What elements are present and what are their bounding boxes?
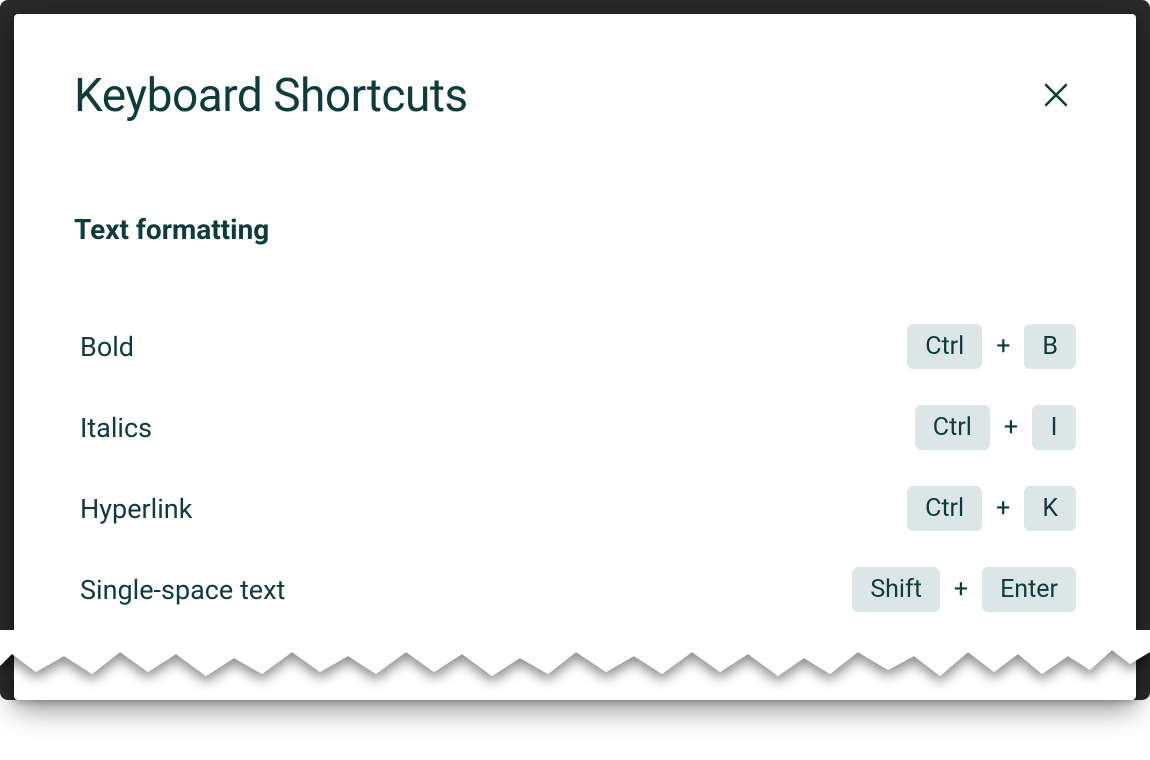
- key-separator: +: [996, 332, 1010, 361]
- shortcut-label: Hyperlink: [74, 493, 192, 525]
- shortcut-label: Single-space text: [74, 574, 285, 606]
- keycap: Ctrl: [907, 324, 982, 369]
- shortcut-keys: Ctrl + I: [915, 405, 1076, 450]
- shortcut-row: Bold Ctrl + B: [74, 306, 1076, 387]
- shortcut-label: Italics: [74, 412, 152, 444]
- shortcut-row: Hyperlink Ctrl + K: [74, 468, 1076, 549]
- shortcut-row: Single-space text Shift + Enter: [74, 549, 1076, 630]
- section-heading-text-formatting: Text formatting: [74, 213, 1076, 246]
- keycap: Ctrl: [915, 405, 990, 450]
- modal-header: Keyboard Shortcuts: [74, 69, 1076, 123]
- close-button[interactable]: [1036, 75, 1076, 115]
- keycap: Ctrl: [907, 486, 982, 531]
- shortcut-label: Bold: [74, 331, 134, 363]
- shortcuts-list: Bold Ctrl + B Italics Ctrl + I Hyperlink: [74, 306, 1076, 630]
- close-icon: [1042, 81, 1070, 109]
- shortcut-keys: Shift + Enter: [852, 567, 1076, 612]
- shortcut-row: Italics Ctrl + I: [74, 387, 1076, 468]
- modal-backdrop: Keyboard Shortcuts Text formatting Bold …: [0, 0, 1150, 700]
- keyboard-shortcuts-modal: Keyboard Shortcuts Text formatting Bold …: [14, 14, 1136, 700]
- shortcut-keys: Ctrl + K: [907, 486, 1076, 531]
- keycap: K: [1024, 486, 1076, 531]
- key-separator: +: [1004, 413, 1018, 442]
- modal-title: Keyboard Shortcuts: [74, 69, 468, 123]
- shortcut-keys: Ctrl + B: [907, 324, 1076, 369]
- keycap: I: [1032, 405, 1076, 450]
- section-heading-label: Text formatting: [74, 213, 269, 246]
- keycap: Enter: [982, 567, 1076, 612]
- keycap: Shift: [852, 567, 940, 612]
- keycap: B: [1024, 324, 1076, 369]
- key-separator: +: [954, 575, 968, 604]
- key-separator: +: [996, 494, 1010, 523]
